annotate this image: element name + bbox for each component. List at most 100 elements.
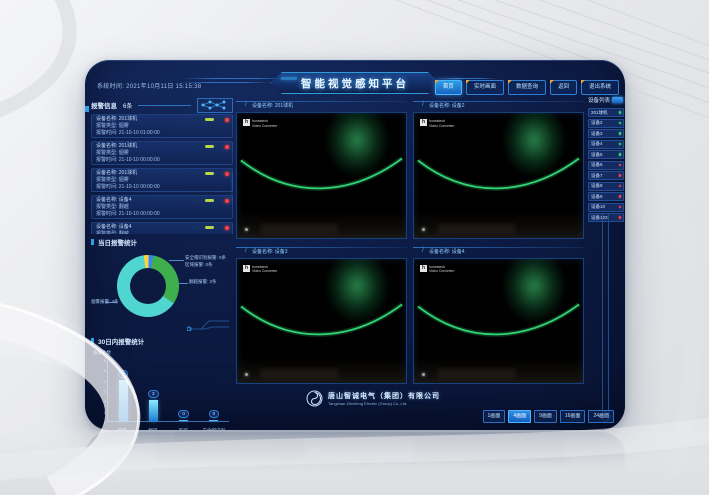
alarm-entry[interactable]: 设备名称: 设备4报警类型: 翻越报警时间: 21-10-10 00:00:00 [91,222,233,234]
video-spark [245,228,248,231]
screen-button-9画面[interactable]: 9画面 [534,410,557,423]
company-logo-icon [306,390,323,407]
device-row-设备2[interactable]: 设备2 [588,119,624,128]
device-status-dot [619,111,622,114]
month-stats-title: 30日内报警统计 [91,336,233,346]
video-grid: 设备名称: 201球机hhonestechVideo Converter设备名称… [236,100,584,384]
bar[interactable] [119,380,128,421]
alarm-entry[interactable]: 设备名称: 201球机报警类型: 烟雾报警时间: 21-10-10 00:00:… [91,168,233,192]
device-row-设备8[interactable]: 设备8 [588,182,624,191]
bar-xlabel: 区域 [171,428,195,430]
indicator-red-dot [225,145,229,149]
device-name: 设备9 [591,194,603,200]
leader-line [169,260,184,261]
video-feed[interactable]: hhonestechVideo Converter [413,112,584,239]
indicator-segment [205,226,214,229]
device-row-设备7[interactable]: 设备7 [588,171,624,180]
device-row-设备5[interactable]: 设备5 [588,150,624,159]
watermark-line2: Video Converter [429,124,454,129]
bar-chart-ylabel: 报警个数 [93,350,111,356]
video-watermark: hhonestechVideo Converter [420,265,454,274]
device-list-header: 设备列表 [588,95,624,105]
device-name: 设备7 [591,173,603,179]
donut-label-climb: 翻越报警: 2条 [189,279,217,285]
donut-hole [130,268,166,304]
y-tick: 1 [98,410,106,415]
video-panel-4[interactable]: 设备名称: 设备4hhonestechVideo Converter [413,246,584,385]
alarm-indicator [192,199,228,202]
video-spark [245,373,248,376]
company-brand: 唐山智诚电气（集团）有限公司 Tangshan Zhicheng Electri… [306,390,440,407]
device-status-dot [619,132,622,135]
indicator-red-dot [225,226,229,230]
video-watermark: hhonestechVideo Converter [420,119,454,128]
y-tick: 2 [98,399,106,404]
device-row-设备4[interactable]: 设备4 [588,140,624,149]
nav-button-数据查询[interactable]: 数据查询 [508,80,546,95]
watermark-logo-icon: h [420,265,427,272]
top-nav: 首页实时画面数据查询返回退出系统 [435,80,619,95]
device-row-201球机[interactable]: 201球机 [588,108,624,117]
device-list-title: 设备列表 [588,96,610,104]
corner-chip [85,106,89,112]
device-status-dot [619,153,622,156]
donut-label-helmet: 安全帽识别报警: 0条 [185,255,226,261]
device-row-设备10[interactable]: 设备10 [588,203,624,212]
device-row-设备3[interactable]: 设备3 [588,129,624,138]
screen-layout-buttons: 1画面4画面9画面16画面24画面 [483,410,614,423]
video-feed[interactable]: hhonestechVideo Converter [413,258,584,385]
video-structure [261,224,339,234]
bar-column-翻越: 2 [141,390,165,421]
bar[interactable] [179,420,188,421]
device-row-设备9[interactable]: 设备9 [588,192,624,201]
video-watermark: hhonestechVideo Converter [243,119,277,128]
video-panel-2[interactable]: 设备名称: 设备2hhonestechVideo Converter [413,100,584,239]
watermark-line2: Video Converter [252,269,277,274]
y-tick: 5 [98,368,106,373]
device-name: 设备6 [591,162,603,168]
nav-button-首页[interactable]: 首页 [435,80,462,95]
today-stats-title: 当日报警统计 [91,237,233,247]
alarm-entry[interactable]: 设备名称: 201球机报警类型: 烟雾报警时间: 21-10-10 00:00:… [91,141,233,165]
device-list: 201球机设备2设备3设备4设备5设备6设备7设备8设备9设备10设备123 [588,108,624,222]
video-panel-1[interactable]: 设备名称: 201球机 hhonestechVideo Converter [236,100,407,239]
video-feed[interactable]: hhonestechVideo Converter [236,112,407,239]
alarm-entry[interactable]: 设备名称: 设备4报警类型: 翻越报警时间: 21-10-10 00:00:00 [91,195,233,219]
header-line [437,78,497,79]
device-list-tab[interactable] [612,97,623,103]
device-status-dot [619,164,622,167]
device-name: 设备10 [591,204,605,210]
nav-button-退出系统[interactable]: 退出系统 [581,80,619,95]
alarm-entry-line: 报警类型: 翻越 [96,231,228,234]
reflection-blob [155,438,305,462]
watermark-text: honestechVideo Converter [252,265,277,274]
video-spark [422,373,425,376]
alarm-entry[interactable]: 设备名称: 201球机报警类型: 烟雾报警时间: 21-10-10 01:00:… [91,114,233,138]
video-panel-title: 设备名称: 201球机 [236,100,407,112]
device-status-dot [619,143,622,146]
bar-column-区域: 0 [172,410,196,421]
network-nodes-icon[interactable] [197,98,233,113]
screen-button-4画面[interactable]: 4画面 [508,410,531,423]
screen-button-1画面[interactable]: 1画面 [483,410,506,423]
bar[interactable] [209,420,218,421]
watermark-text: honestechVideo Converter [429,119,454,128]
bar[interactable] [149,400,158,421]
video-feed[interactable]: hhonestechVideo Converter [236,258,407,385]
reflection-company-name: 唐山智诚电气（集团）有限公司 [305,456,417,466]
device-row-设备6[interactable]: 设备6 [588,161,624,170]
watermark-logo-icon: h [243,265,250,272]
screen-button-24画面[interactable]: 24画面 [588,410,614,423]
screen-button-16画面[interactable]: 16画面 [560,410,586,423]
device-status-dot [619,195,622,198]
indicator-segment [205,145,214,148]
video-structure [438,369,516,379]
video-panel-3[interactable]: 设备名称: 设备3hhonestechVideo Converter [236,246,407,385]
sidebar-rail-decor [602,213,609,419]
device-status-dot [619,122,622,125]
watermark-logo-icon: h [243,119,250,126]
watermark-line2: Video Converter [429,269,454,274]
nav-button-实时画面[interactable]: 实时画面 [466,80,504,95]
alarm-sidebar: 报警信息 6条 设备名称: 201球机报警类型: 烟雾报警时间: 21-10-1… [91,98,233,420]
nav-button-返回[interactable]: 返回 [550,80,577,95]
